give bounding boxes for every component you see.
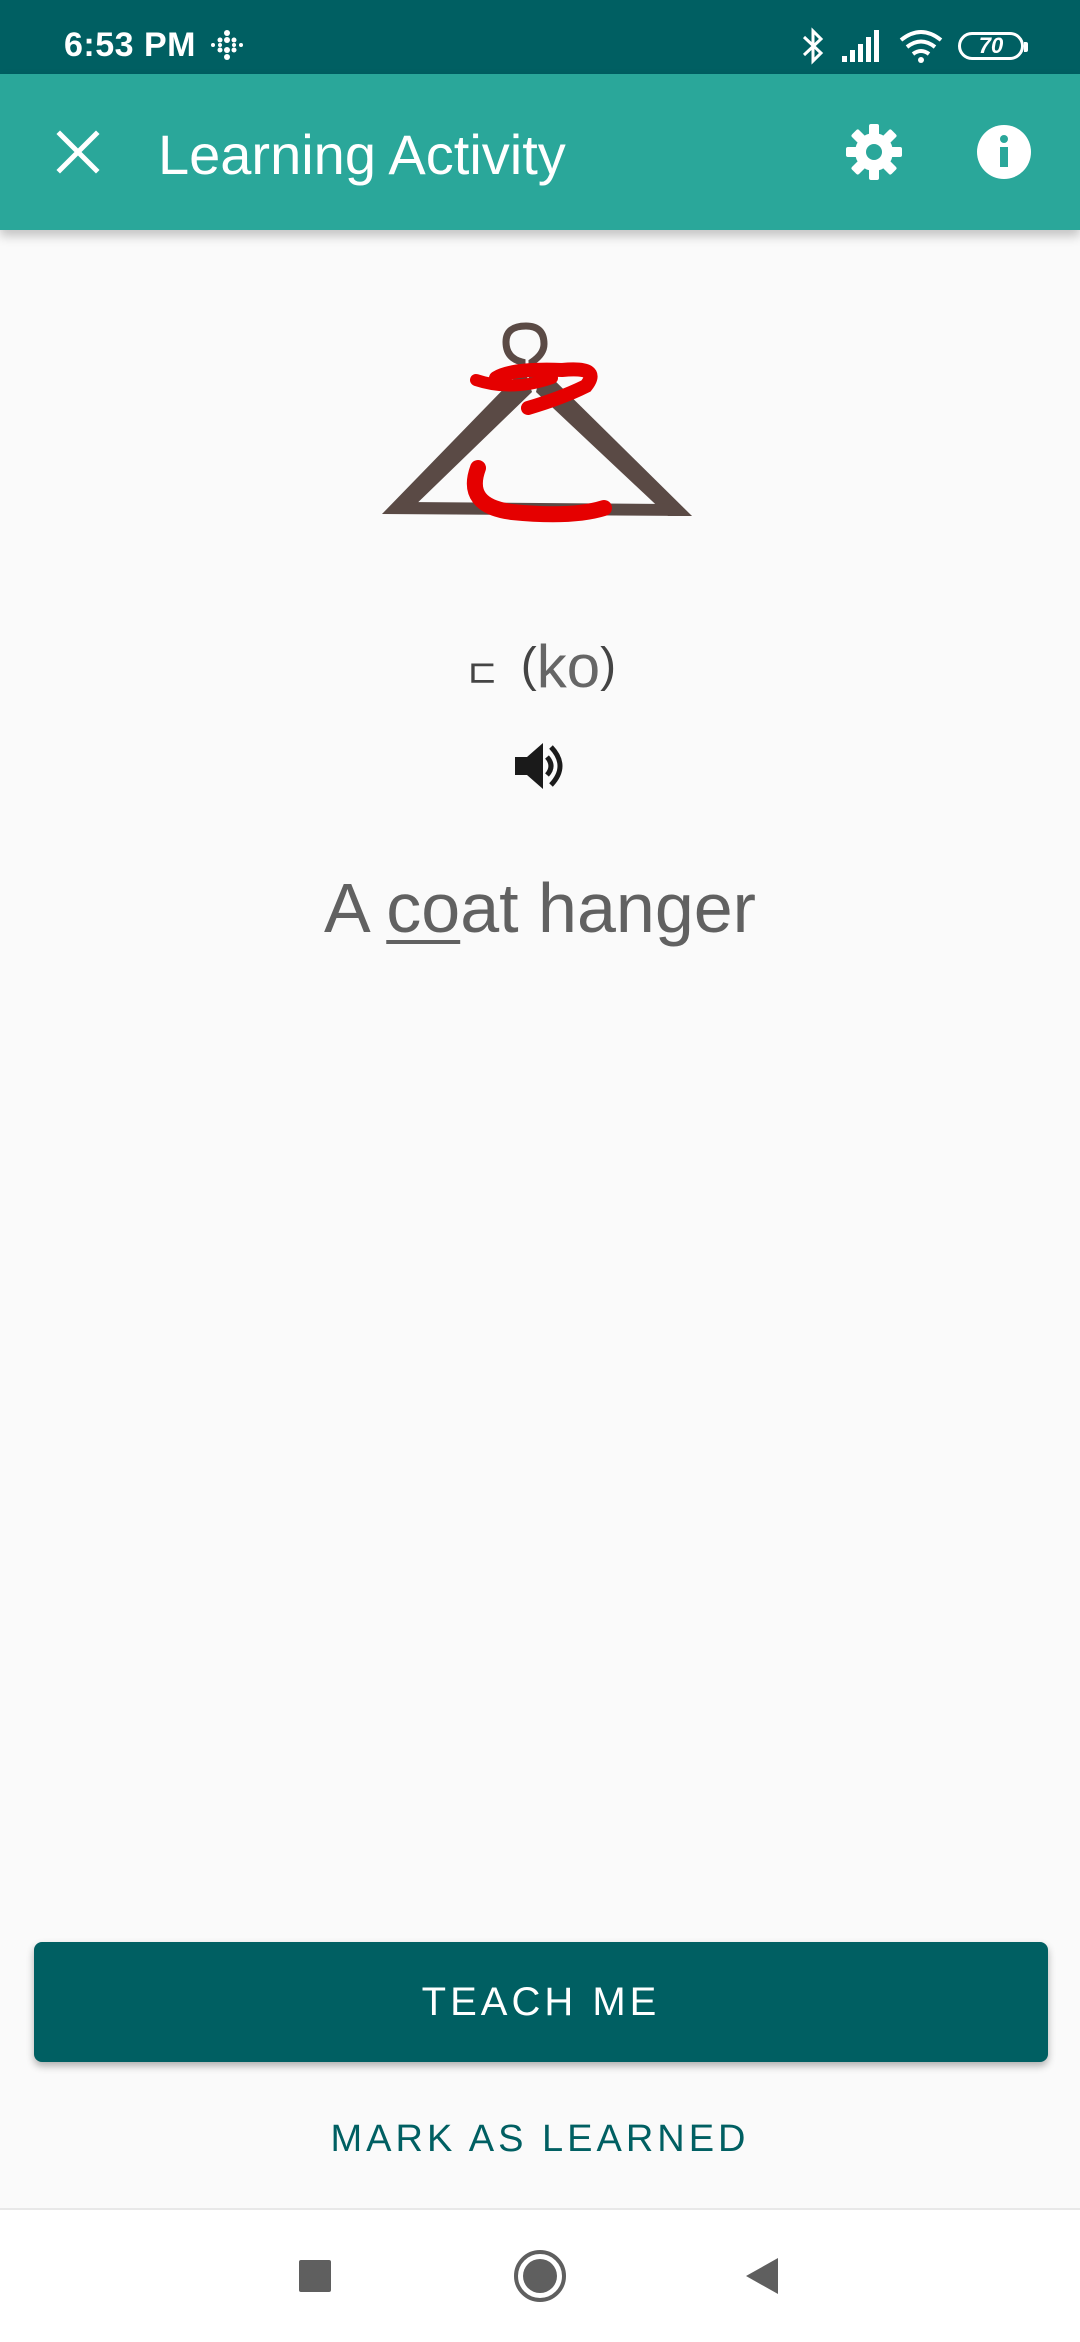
home-circle-icon: [514, 2250, 566, 2302]
wifi-icon: [899, 30, 943, 63]
mnemonic-text: A coat hanger: [0, 868, 1080, 948]
signal-icon: [842, 30, 879, 62]
back-button[interactable]: [722, 2236, 802, 2316]
battery-level: 70: [978, 33, 1004, 58]
speaker-icon: [515, 743, 563, 789]
recents-button[interactable]: [275, 2236, 355, 2316]
system-navigation-bar: [0, 2208, 1080, 2342]
back-triangle-icon: [746, 2258, 778, 2294]
settings-button[interactable]: [832, 110, 916, 194]
app-bar: Learning Activity: [0, 74, 1080, 230]
page-title: Learning Activity: [158, 123, 566, 186]
romanization: ko: [536, 633, 601, 700]
settings-gear-icon: [846, 124, 902, 180]
paren-open: (: [520, 639, 537, 692]
bluetooth-icon: [802, 27, 824, 65]
battery-icon: 70: [958, 32, 1028, 60]
hangul-glyph: ㄷ: [463, 653, 501, 698]
info-button[interactable]: [962, 110, 1046, 194]
close-button[interactable]: [38, 112, 118, 192]
mnemonic-highlight: co: [386, 869, 461, 947]
info-icon: [977, 125, 1031, 179]
teach-me-button[interactable]: TEACH ME: [34, 1942, 1048, 2062]
mnemonic-prefix: A: [323, 869, 387, 947]
close-icon: [56, 130, 100, 174]
paren-close: ): [600, 639, 617, 692]
status-icons: 70: [800, 24, 1028, 68]
mnemonic-suffix: at hanger: [460, 869, 756, 947]
home-button[interactable]: [500, 2236, 580, 2316]
mark-as-learned-button[interactable]: MARK AS LEARNED: [0, 2118, 1080, 2161]
recents-square-icon: [299, 2260, 331, 2292]
status-time: 6:53 PM: [64, 26, 196, 64]
character-row: ㄷ (ko): [0, 632, 1080, 701]
coat-hanger-illustration: [382, 322, 692, 523]
play-audio-button[interactable]: [510, 736, 570, 796]
grid-dots-icon: [211, 30, 243, 60]
status-bar: 6:53 PM 70: [0, 0, 1080, 74]
